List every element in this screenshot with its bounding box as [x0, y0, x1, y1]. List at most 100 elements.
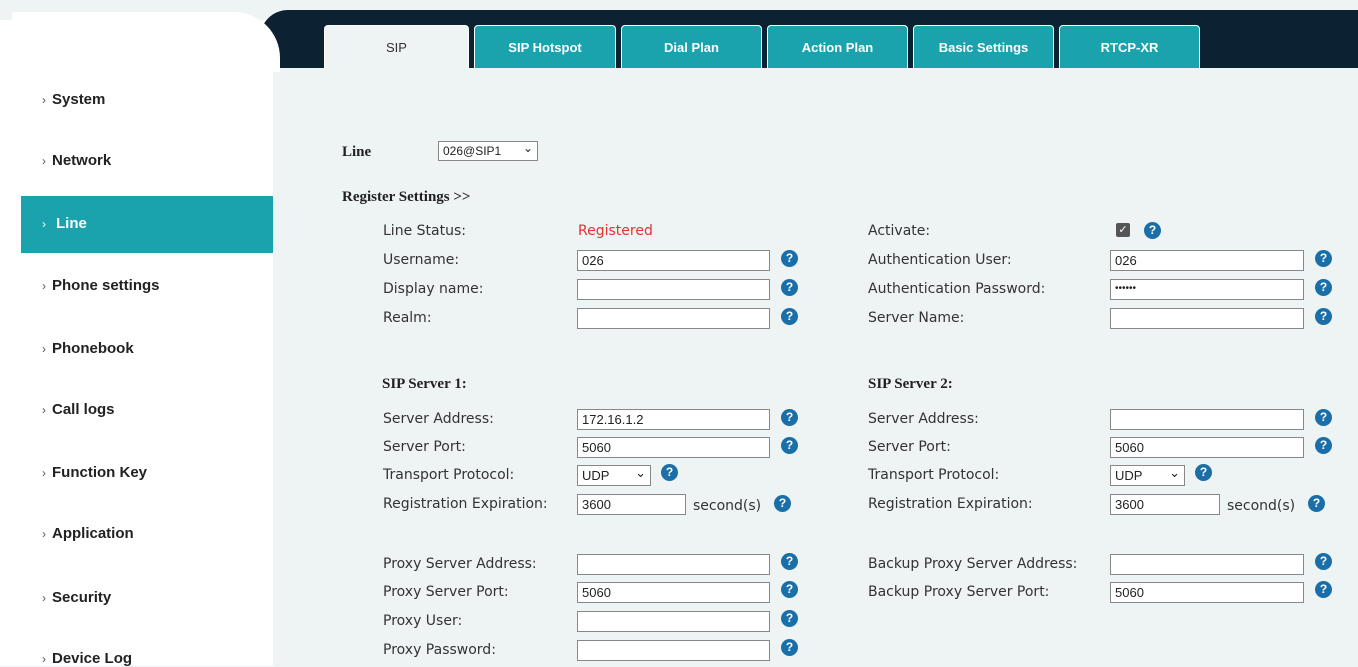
chevron-right-icon: › [42, 652, 46, 666]
help-icon[interactable]: ? [1315, 553, 1332, 570]
proxy-port-label: Proxy Server Port: [383, 584, 509, 600]
chevron-right-icon: › [42, 591, 46, 605]
display-name-label: Display name: [383, 281, 484, 297]
sidebar-item-label: Phone settings [52, 277, 160, 294]
line-label: Line [342, 144, 372, 160]
server2-transport-select[interactable]: UDP ⌄ [1110, 465, 1185, 486]
tab-sip[interactable]: SIP [324, 25, 469, 68]
server2-expiration-label: Registration Expiration: [868, 496, 1033, 512]
server1-address-input[interactable]: 172.16.1.2 [577, 409, 770, 430]
server1-expiration-unit: second(s) [693, 498, 762, 514]
help-icon[interactable]: ? [781, 581, 798, 598]
help-icon[interactable]: ? [1315, 308, 1332, 325]
help-icon[interactable]: ? [1308, 495, 1325, 512]
sidebar-item-call-logs[interactable]: › Call logs [42, 401, 115, 418]
auth-password-label: Authentication Password: [868, 281, 1046, 297]
realm-input[interactable] [577, 308, 770, 329]
help-icon[interactable]: ? [781, 250, 798, 267]
help-icon[interactable]: ? [1315, 250, 1332, 267]
server2-transport-label: Transport Protocol: [868, 467, 1000, 483]
chevron-down-icon: ⌄ [635, 464, 646, 480]
sidebar-item-security[interactable]: › Security [42, 589, 111, 606]
server1-port-label: Server Port: [383, 439, 466, 455]
tab-rtcp-xr[interactable]: RTCP-XR [1059, 25, 1200, 68]
tab-bar: SIP SIP Hotspot Dial Plan Action Plan Ba… [324, 25, 1200, 68]
sidebar-item-label: System [52, 91, 106, 108]
chevron-right-icon: › [42, 279, 46, 293]
username-input[interactable]: 026 [577, 250, 770, 271]
proxy-address-label: Proxy Server Address: [383, 556, 537, 572]
chevron-right-icon: › [42, 403, 46, 417]
sidebar-item-phonebook[interactable]: › Phonebook [42, 340, 134, 357]
sidebar-item-application[interactable]: › Application [42, 525, 134, 542]
sidebar-item-network[interactable]: › Network [42, 152, 111, 169]
sidebar-item-label: Function Key [52, 464, 148, 481]
tab-dial-plan[interactable]: Dial Plan [621, 25, 762, 68]
sidebar-item-label: Security [52, 589, 112, 606]
tab-basic-settings[interactable]: Basic Settings [913, 25, 1054, 68]
proxy-address-input[interactable] [577, 554, 770, 575]
sidebar-header [12, 12, 280, 72]
help-icon[interactable]: ? [1195, 464, 1212, 481]
sip-server-1-title: SIP Server 1: [382, 376, 467, 392]
help-icon[interactable]: ? [781, 437, 798, 454]
help-icon[interactable]: ? [781, 639, 798, 656]
transport-value: UDP [582, 468, 610, 483]
backup-proxy-port-input[interactable]: 5060 [1110, 582, 1304, 603]
server-name-input[interactable] [1110, 308, 1304, 329]
server2-port-input[interactable]: 5060 [1110, 437, 1304, 458]
sidebar-item-system[interactable]: › System [42, 91, 105, 108]
server1-port-input[interactable]: 5060 [577, 437, 770, 458]
sidebar-item-device-log[interactable]: › Device Log [42, 650, 132, 667]
server2-address-label: Server Address: [868, 411, 979, 427]
username-label: Username: [383, 252, 460, 268]
sidebar-item-label: Phonebook [52, 340, 134, 357]
help-icon[interactable]: ? [781, 279, 798, 296]
register-settings-header[interactable]: Register Settings >> [342, 189, 470, 206]
proxy-password-input[interactable] [577, 640, 770, 661]
proxy-port-input[interactable]: 5060 [577, 582, 770, 603]
sidebar-item-phone-settings[interactable]: › Phone settings [42, 277, 160, 294]
backup-proxy-address-input[interactable] [1110, 554, 1304, 575]
chevron-down-icon: ⌄ [522, 141, 533, 155]
transport-value: UDP [1115, 468, 1143, 483]
backup-proxy-port-label: Backup Proxy Server Port: [868, 584, 1050, 600]
server2-port-label: Server Port: [868, 439, 951, 455]
server1-transport-select[interactable]: UDP ⌄ [577, 465, 651, 486]
sidebar-panel [0, 20, 273, 666]
server2-expiration-input[interactable]: 3600 [1110, 494, 1220, 515]
server1-expiration-label: Registration Expiration: [383, 496, 548, 512]
sidebar-item-function-key[interactable]: › Function Key [42, 464, 147, 481]
help-icon[interactable]: ? [661, 464, 678, 481]
sidebar [0, 0, 273, 666]
activate-label: Activate: [868, 223, 931, 239]
line-select[interactable]: 026@SIP1 ⌄ [438, 141, 538, 161]
help-icon[interactable]: ? [781, 553, 798, 570]
auth-password-input[interactable]: •••••• [1110, 279, 1304, 300]
realm-label: Realm: [383, 310, 432, 326]
help-icon[interactable]: ? [774, 495, 791, 512]
help-icon[interactable]: ? [1315, 279, 1332, 296]
chevron-right-icon: › [42, 217, 46, 231]
sidebar-item-line[interactable]: › Line [21, 196, 273, 253]
server1-expiration-input[interactable]: 3600 [577, 494, 686, 515]
server1-transport-label: Transport Protocol: [383, 467, 515, 483]
tab-action-plan[interactable]: Action Plan [767, 25, 908, 68]
help-icon[interactable]: ? [1144, 222, 1161, 239]
activate-checkbox[interactable]: ✓ [1116, 223, 1130, 237]
display-name-input[interactable] [577, 279, 770, 300]
help-icon[interactable]: ? [781, 409, 798, 426]
sidebar-item-label: Device Log [52, 650, 133, 667]
help-icon[interactable]: ? [1315, 581, 1332, 598]
server2-address-input[interactable] [1110, 409, 1304, 430]
help-icon[interactable]: ? [781, 308, 798, 325]
help-icon[interactable]: ? [1315, 409, 1332, 426]
help-icon[interactable]: ? [1315, 437, 1332, 454]
help-icon[interactable]: ? [781, 610, 798, 627]
sidebar-item-label: Network [52, 152, 112, 169]
proxy-password-label: Proxy Password: [383, 642, 496, 658]
tab-sip-hotspot[interactable]: SIP Hotspot [474, 25, 616, 68]
auth-user-input[interactable]: 026 [1110, 250, 1304, 271]
proxy-user-input[interactable] [577, 611, 770, 632]
line-status-label: Line Status: [383, 223, 466, 239]
